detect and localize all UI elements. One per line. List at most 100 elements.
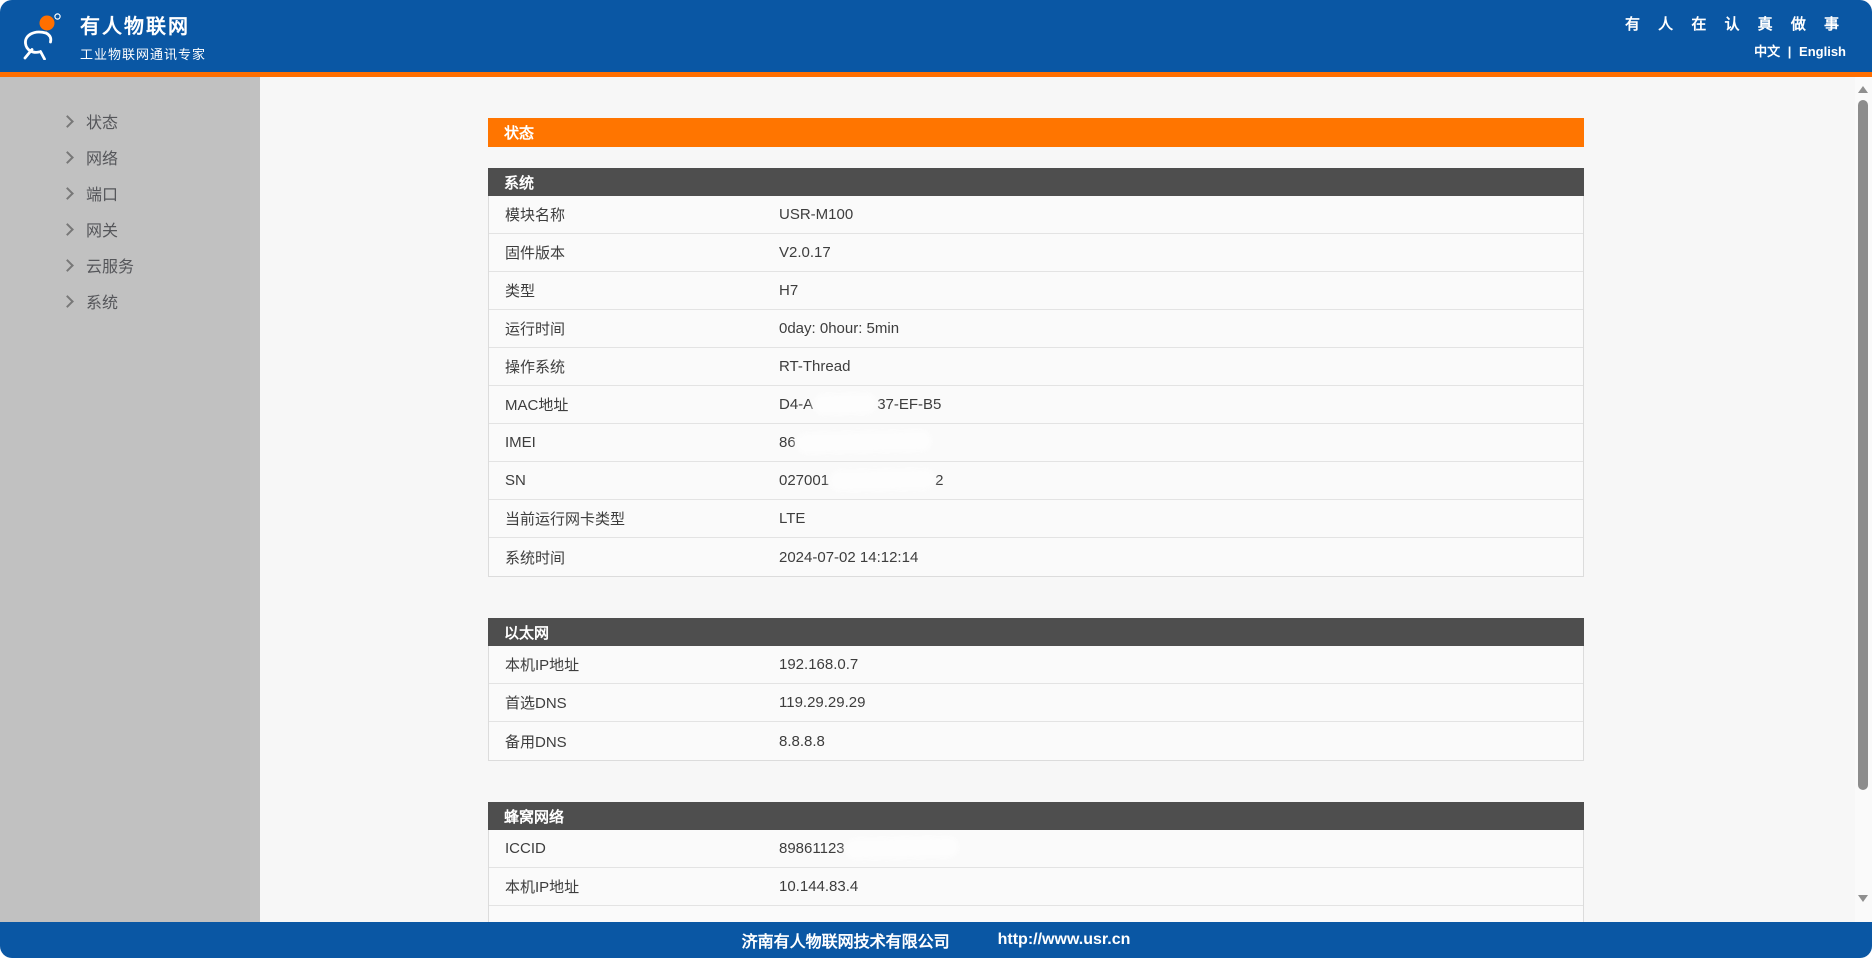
table-row: IMEI 86 [489,424,1583,462]
section-ethernet: 以太网 本机IP地址 192.168.0.7 首选DNS 119.29.29.2… [488,618,1584,761]
table-row: 备用DNS 8.8.8.8 [489,722,1583,760]
row-label: 本机IP地址 [489,654,779,675]
row-value: 192.168.0.7 [779,656,1583,673]
table-row: MAC地址 D4-A37-EF-B5 [489,386,1583,424]
chevron-right-icon [61,115,74,128]
row-label: 首选DNS [489,692,779,713]
row-label: 备用DNS [489,731,779,752]
header-right: 有 人 在 认 真 做 事 中文 | English [1625,13,1846,60]
lang-zh-link[interactable]: 中文 [1754,44,1780,59]
row-value: 0day: 0hour: 5min [779,320,1583,337]
sidebar-item-label: 网关 [86,217,118,241]
section-title: 系统 [504,172,534,193]
table-row: 类型 H7 [489,272,1583,310]
row-value: 89861123 [779,840,1583,857]
table-row: 本机IP地址 192.168.0.7 [489,646,1583,684]
row-value: V2.0.17 [779,244,1583,261]
section-title: 蜂窝网络 [504,806,564,827]
lang-divider: | [1788,44,1792,59]
chevron-right-icon [61,259,74,272]
page-title-bar: 状态 [488,118,1584,147]
body-area: 状态 网络 端口 网关 云服务 系统 [0,77,1872,922]
row-value: USR-M100 [779,206,1583,223]
section-header: 系统 [488,168,1584,196]
scroll-thumb[interactable] [1858,100,1868,790]
row-label: SN [489,472,779,489]
scrollbar-track[interactable] [1855,77,1872,922]
row-label: ICCID [489,840,779,857]
section-cellular: 蜂窝网络 ICCID 89861123 本机IP地址 10.144.83.4 [488,802,1584,922]
row-value: H7 [779,282,1583,299]
table-row: 当前运行网卡类型 LTE [489,500,1583,538]
status-table: 本机IP地址 192.168.0.7 首选DNS 119.29.29.29 备用… [488,646,1584,761]
brand-subtitle: 工业物联网通讯专家 [80,44,206,63]
content-panel: 状态 系统 模块名称 USR-M100 固件版本 V2.0.17 [488,118,1584,922]
chevron-right-icon [61,187,74,200]
main-content: 状态 系统 模块名称 USR-M100 固件版本 V2.0.17 [260,77,1872,922]
table-row: SN 0270012 [489,462,1583,500]
table-row: ICCID 89861123 [489,830,1583,868]
row-label: 当前运行网卡类型 [489,508,779,529]
header-slogan: 有 人 在 认 真 做 事 [1625,13,1846,34]
top-header: 有人物联网 工业物联网通讯专家 有 人 在 认 真 做 事 中文 | Engli… [0,0,1872,72]
brand: 有人物联网 工业物联网通讯专家 [20,10,206,63]
footer-url-link[interactable]: http://www.usr.cn [998,931,1131,949]
redaction-smudge [847,839,955,857]
row-label: 运行时间 [489,318,779,339]
page-title: 状态 [504,122,534,143]
table-row: 系统时间 2024-07-02 14:12:14 [489,538,1583,576]
sidebar-item-cloud-service[interactable]: 云服务 [0,247,260,283]
sidebar-item-label: 系统 [86,289,118,313]
scroll-down-arrow[interactable] [1858,895,1868,902]
chevron-right-icon [61,223,74,236]
table-row-partial [489,906,1583,922]
section-header: 蜂窝网络 [488,802,1584,830]
sidebar-item-gateway[interactable]: 网关 [0,211,260,247]
footer: 济南有人物联网技术有限公司 http://www.usr.cn [0,922,1872,958]
chevron-right-icon [61,151,74,164]
row-value: 10.144.83.4 [779,878,1583,895]
redaction-smudge [799,433,929,452]
status-table: ICCID 89861123 本机IP地址 10.144.83.4 [488,830,1584,922]
redaction-smudge [816,395,874,412]
row-label: IMEI [489,434,779,451]
sidebar-item-ports[interactable]: 端口 [0,175,260,211]
section-title: 以太网 [504,622,549,643]
table-row: 运行时间 0day: 0hour: 5min [489,310,1583,348]
row-label: 固件版本 [489,242,779,263]
app-window: 有人物联网 工业物联网通讯专家 有 人 在 认 真 做 事 中文 | Engli… [0,0,1872,958]
table-row: 固件版本 V2.0.17 [489,234,1583,272]
row-label: 类型 [489,280,779,301]
row-value: 0270012 [779,472,1583,489]
usr-logo-icon [20,12,66,60]
footer-company: 济南有人物联网技术有限公司 [742,928,950,952]
row-value: RT-Thread [779,358,1583,375]
table-row: 操作系统 RT-Thread [489,348,1583,386]
lang-en-link[interactable]: English [1799,44,1846,59]
row-label: 操作系统 [489,356,779,377]
language-switch: 中文 | English [1625,41,1846,60]
chevron-right-icon [61,295,74,308]
row-value: 2024-07-02 14:12:14 [779,549,1583,566]
sidebar-item-label: 网络 [86,145,118,169]
status-table: 模块名称 USR-M100 固件版本 V2.0.17 类型 H7 运行时间 [488,196,1584,577]
row-label: MAC地址 [489,394,779,415]
brand-text: 有人物联网 工业物联网通讯专家 [80,10,206,63]
sidebar-item-label: 云服务 [86,253,134,277]
row-label: 系统时间 [489,547,779,568]
sidebar-item-label: 端口 [86,181,118,205]
sidebar-item-system[interactable]: 系统 [0,283,260,319]
section-header: 以太网 [488,618,1584,646]
row-value: D4-A37-EF-B5 [779,396,1583,413]
row-label: 本机IP地址 [489,876,779,897]
brand-title: 有人物联网 [80,10,206,39]
sidebar-item-label: 状态 [86,109,118,133]
sidebar: 状态 网络 端口 网关 云服务 系统 [0,77,260,922]
scroll-up-arrow[interactable] [1858,86,1868,93]
row-value: LTE [779,510,1583,527]
row-value: 8.8.8.8 [779,733,1583,750]
sidebar-item-status[interactable]: 状态 [0,103,260,139]
sidebar-item-network[interactable]: 网络 [0,139,260,175]
redaction-smudge [832,471,932,489]
section-system: 系统 模块名称 USR-M100 固件版本 V2.0.17 类型 [488,168,1584,577]
